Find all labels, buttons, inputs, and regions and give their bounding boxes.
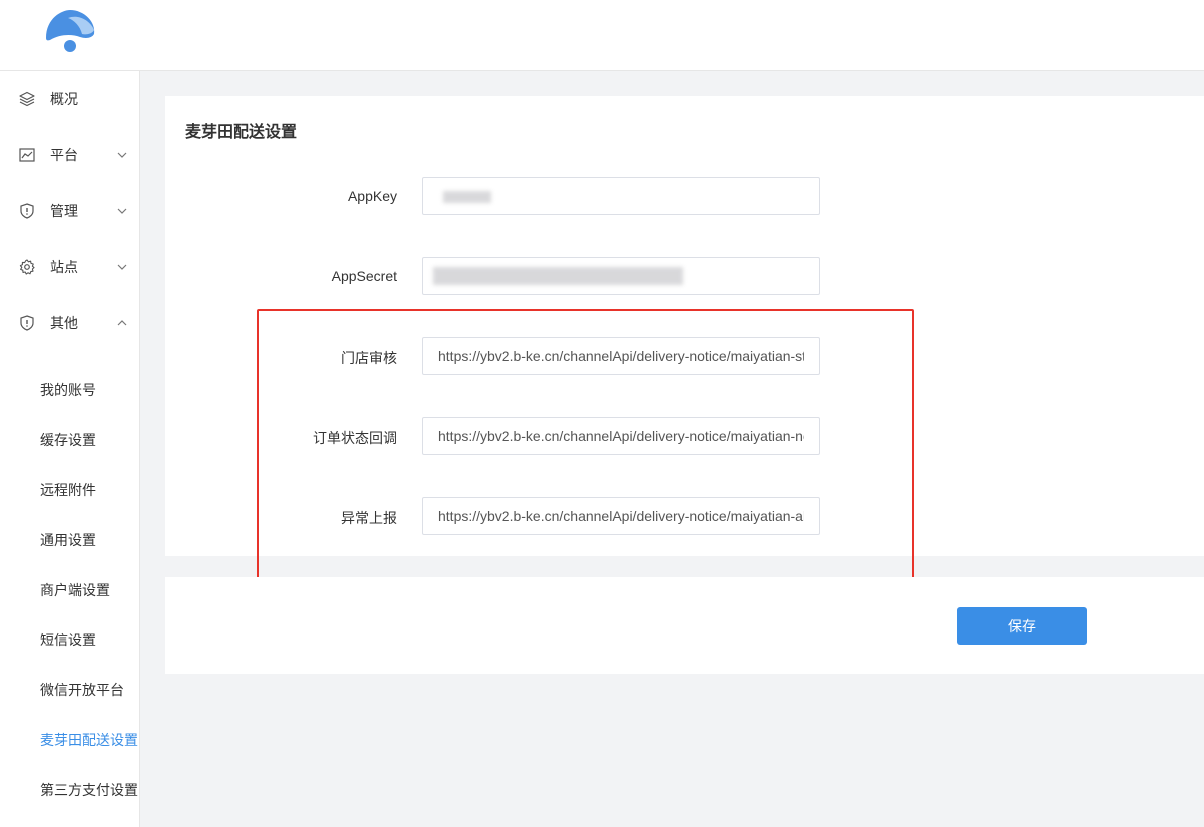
layers-icon [19, 91, 35, 107]
sidebar-item-label: 其他 [50, 315, 78, 331]
submenu-item-wechat-open-platform[interactable]: 微信开放平台 [0, 665, 139, 715]
submenu-item-merchant-settings[interactable]: 商户端设置 [0, 565, 139, 615]
sidebar-item-platform[interactable]: 平台 [0, 127, 139, 183]
submenu-item-label: 缓存设置 [40, 432, 96, 448]
sidebar-item-overview[interactable]: 概况 [0, 71, 139, 127]
submenu-item-label: 通用设置 [40, 532, 96, 548]
chevron-down-icon [117, 152, 127, 158]
chevron-up-icon [117, 320, 127, 326]
shield-icon [20, 203, 34, 219]
highlight-box [257, 309, 914, 581]
appkey-label: AppKey [347, 188, 397, 204]
shield-icon [20, 315, 34, 331]
save-button[interactable]: 保存 [957, 607, 1087, 645]
sidebar-item-label: 概况 [50, 91, 78, 107]
gear-icon [19, 259, 35, 275]
submenu-item-label: 我的账号 [40, 382, 96, 398]
submenu-item-third-party-payment[interactable]: 第三方支付设置 [0, 765, 139, 815]
submenu-item-general-settings[interactable]: 通用设置 [0, 515, 139, 565]
top-bar [0, 0, 1204, 71]
submenu-item-maiyatian-delivery[interactable]: 麦芽田配送设置 [0, 715, 139, 765]
page-title: 麦芽田配送设置 [185, 124, 298, 141]
mushroom-logo-icon[interactable] [42, 8, 98, 54]
redacted-mask [433, 267, 683, 285]
submenu-item-label: 远程附件 [40, 482, 96, 498]
submenu-item-label: 第三方支付设置 [40, 782, 138, 798]
submenu-item-sms-settings[interactable]: 短信设置 [0, 615, 139, 665]
sidebar-item-site[interactable]: 站点 [0, 239, 139, 295]
sidebar: 概况 平台 管理 站点 其他 我的账号 缓存设置 远程附件 通用设置 商户端设置… [0, 71, 140, 827]
sidebar-item-management[interactable]: 管理 [0, 183, 139, 239]
sidebar-item-label: 管理 [50, 203, 78, 219]
redacted-mask [443, 191, 491, 203]
submenu-item-my-account[interactable]: 我的账号 [0, 365, 139, 415]
submenu-item-cache-settings[interactable]: 缓存设置 [0, 415, 139, 465]
chevron-down-icon [117, 208, 127, 214]
submenu-item-label: 商户端设置 [40, 582, 110, 598]
sidebar-item-label: 站点 [50, 259, 78, 275]
submenu-item-label: 短信设置 [40, 632, 96, 648]
sidebar-item-label: 平台 [50, 147, 78, 163]
submenu-item-remote-attachment[interactable]: 远程附件 [0, 465, 139, 515]
appsecret-label: AppSecret [331, 268, 397, 284]
submenu-item-label: 微信开放平台 [40, 682, 124, 698]
chart-icon [19, 148, 35, 162]
submenu-item-label: 麦芽田配送设置 [40, 732, 138, 748]
chevron-down-icon [117, 264, 127, 270]
sidebar-item-other[interactable]: 其他 [0, 295, 139, 351]
